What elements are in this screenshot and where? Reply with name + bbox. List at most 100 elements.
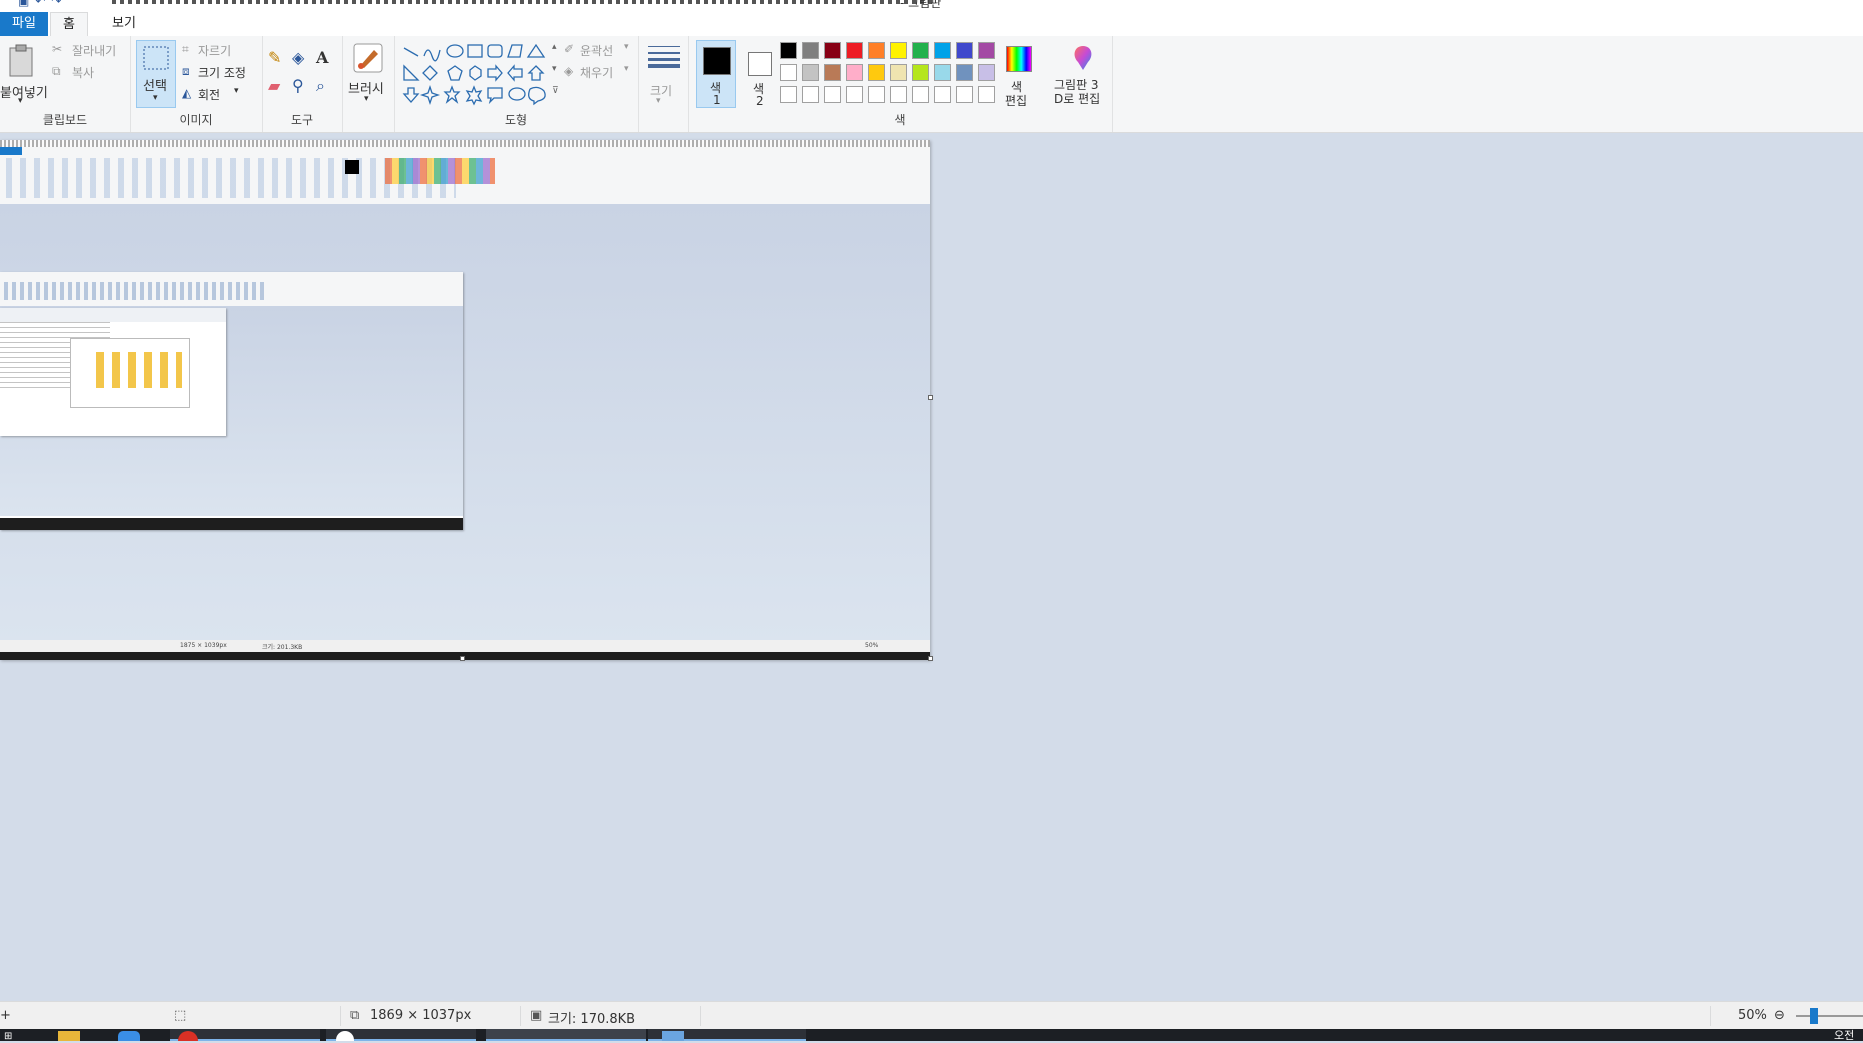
palette-swatch[interactable] (978, 86, 995, 103)
palette-swatch[interactable] (912, 64, 929, 81)
paste-icon (9, 44, 33, 77)
chevron-up-icon[interactable]: ▴ (552, 42, 557, 52)
selection-icon: ⬚ (174, 1008, 187, 1023)
resize-handle-corner[interactable] (928, 656, 933, 661)
fill-icon: ◈ (564, 64, 574, 78)
shapes-group-label: 도형 (504, 113, 528, 127)
file-size: 크기: 170.8KB (548, 1012, 636, 1027)
palette-swatch[interactable] (802, 42, 819, 59)
scissors-icon: ✂ (52, 42, 63, 56)
palette-swatch[interactable] (956, 42, 973, 59)
chevron-down-icon: ▾ (234, 86, 239, 96)
taskbar-app-3[interactable] (486, 1029, 646, 1041)
color2-button[interactable]: 색 2 (740, 40, 780, 108)
palette-swatch[interactable] (934, 42, 951, 59)
magnifier-icon[interactable]: ⌕ (316, 76, 325, 96)
chevron-down-icon: ▾ (624, 42, 629, 52)
chevron-down-icon: ▾ (153, 93, 158, 103)
ribbon-tabs: 파일 홈 보기 (0, 8, 1863, 37)
chevron-down-icon[interactable]: ▾ (552, 64, 557, 74)
palette-swatch[interactable] (934, 86, 951, 103)
size-button[interactable]: 크기 ▾ (644, 40, 682, 108)
palette-swatch[interactable] (912, 86, 929, 103)
browser-icon[interactable] (118, 1031, 140, 1041)
palette-swatch[interactable] (912, 42, 929, 59)
palette-swatch[interactable] (868, 86, 885, 103)
palette-swatch[interactable] (780, 86, 797, 103)
brush-button[interactable]: 브러시 ▾ (346, 40, 390, 108)
palette-swatch[interactable] (868, 42, 885, 59)
palette-swatch[interactable] (956, 64, 973, 81)
pencil-icon[interactable]: ✎ (268, 48, 281, 67)
save-size-icon: ▣ (530, 1008, 543, 1023)
select-button[interactable]: 선택 ▾ (136, 40, 176, 108)
ribbon: 붙여넣기 ▾ ✂ 잘라내기 ⧉ 복사 클립보드 선택 ▾ ⌗ 자르기 ⧈ 크기 … (0, 36, 1863, 133)
group-tools: ✎ ◈ A ▰ ⚲ ⌕ 도구 (262, 36, 343, 132)
palette-swatch[interactable] (890, 42, 907, 59)
palette-swatch[interactable] (846, 64, 863, 81)
resize-handle-bottom[interactable] (460, 656, 465, 661)
chevron-down-icon: ▾ (364, 94, 369, 104)
group-paint3d: 그림판 3 D로 편집 (1048, 36, 1113, 132)
palette-swatch[interactable] (956, 86, 973, 103)
taskbar-app-2[interactable] (326, 1029, 476, 1041)
tab-view[interactable]: 보기 (100, 12, 148, 36)
chrome-icon (178, 1031, 198, 1041)
status-bar: + ⬚ ⧉ 1869 × 1037px ▣ 크기: 170.8KB 50% ⊖ (0, 1001, 1863, 1030)
paste-button[interactable]: 붙여넣기 ▾ (0, 40, 48, 108)
palette-swatch[interactable] (846, 86, 863, 103)
palette-swatch[interactable] (802, 64, 819, 81)
zoom-out-icon[interactable]: ⊖ (1774, 1008, 1785, 1023)
paint3d-icon (1074, 46, 1092, 70)
window-title: - 그림판 (900, 0, 942, 8)
resize-handle-right[interactable] (928, 395, 933, 400)
chevron-down-icon: ▾ (18, 96, 23, 106)
file-name-dotted (112, 0, 932, 4)
color-picker-icon[interactable]: ⚲ (292, 76, 304, 95)
palette-swatch[interactable] (978, 42, 995, 59)
nested-ribbon (0, 140, 930, 205)
nested-canvas-level3 (0, 308, 226, 436)
expand-gallery-icon[interactable]: ⊽ (552, 86, 559, 96)
edit-colors-button[interactable]: 색 편집 (998, 40, 1038, 108)
zoom-slider-track[interactable] (1796, 1015, 1863, 1017)
palette-swatch[interactable] (890, 64, 907, 81)
taskbar-paint-app[interactable] (648, 1029, 806, 1041)
rotate-icon: ◭ (182, 86, 192, 100)
nested-taskbar (0, 652, 930, 660)
group-size: 크기 ▾ (638, 36, 689, 132)
nested-status-bar: 1875 × 1039px 크기: 201.3KB 50% (0, 640, 930, 652)
tab-file[interactable]: 파일 (0, 12, 48, 36)
select-rectangle-icon (143, 46, 169, 70)
file-explorer-icon[interactable] (58, 1031, 80, 1041)
fill-bucket-icon[interactable]: ◈ (292, 48, 304, 67)
palette-swatch[interactable] (824, 64, 841, 81)
start-icon[interactable]: ⊞ (4, 1031, 26, 1042)
zoom-level: 50% (1738, 1008, 1767, 1023)
shapes-gallery[interactable] (400, 42, 550, 106)
taskbar: ⊞ 오전 (0, 1029, 1863, 1042)
palette-swatch[interactable] (824, 86, 841, 103)
zoom-slider-thumb[interactable] (1810, 1008, 1818, 1024)
palette-swatch[interactable] (824, 42, 841, 59)
chevron-down-icon: ▾ (656, 96, 661, 106)
group-shapes: ▴ ▾ ⊽ ✐ 윤곽선 ▾ ◈ 채우기 ▾ 도형 (394, 36, 639, 132)
color1-button[interactable]: 색 1 (696, 40, 736, 108)
palette-swatch[interactable] (868, 64, 885, 81)
text-icon[interactable]: A (316, 48, 328, 67)
brush-icon (353, 43, 383, 73)
drawing-canvas[interactable]: 1875 × 1039px 크기: 201.3KB 50% (0, 140, 930, 660)
tab-home[interactable]: 홈 (50, 12, 88, 36)
palette-swatch[interactable] (890, 86, 907, 103)
palette-swatch[interactable] (978, 64, 995, 81)
edit-with-paint3d-button[interactable]: 그림판 3 D로 편집 (1054, 40, 1110, 108)
taskbar-chrome-app[interactable] (170, 1029, 320, 1041)
palette-swatch[interactable] (780, 64, 797, 81)
palette-swatch[interactable] (846, 42, 863, 59)
palette-swatch[interactable] (802, 86, 819, 103)
eraser-icon[interactable]: ▰ (268, 76, 280, 95)
app-icon (336, 1031, 354, 1041)
palette-swatch[interactable] (780, 42, 797, 59)
quick-access-icons[interactable]: ▣↶↷ (18, 0, 67, 8)
palette-swatch[interactable] (934, 64, 951, 81)
